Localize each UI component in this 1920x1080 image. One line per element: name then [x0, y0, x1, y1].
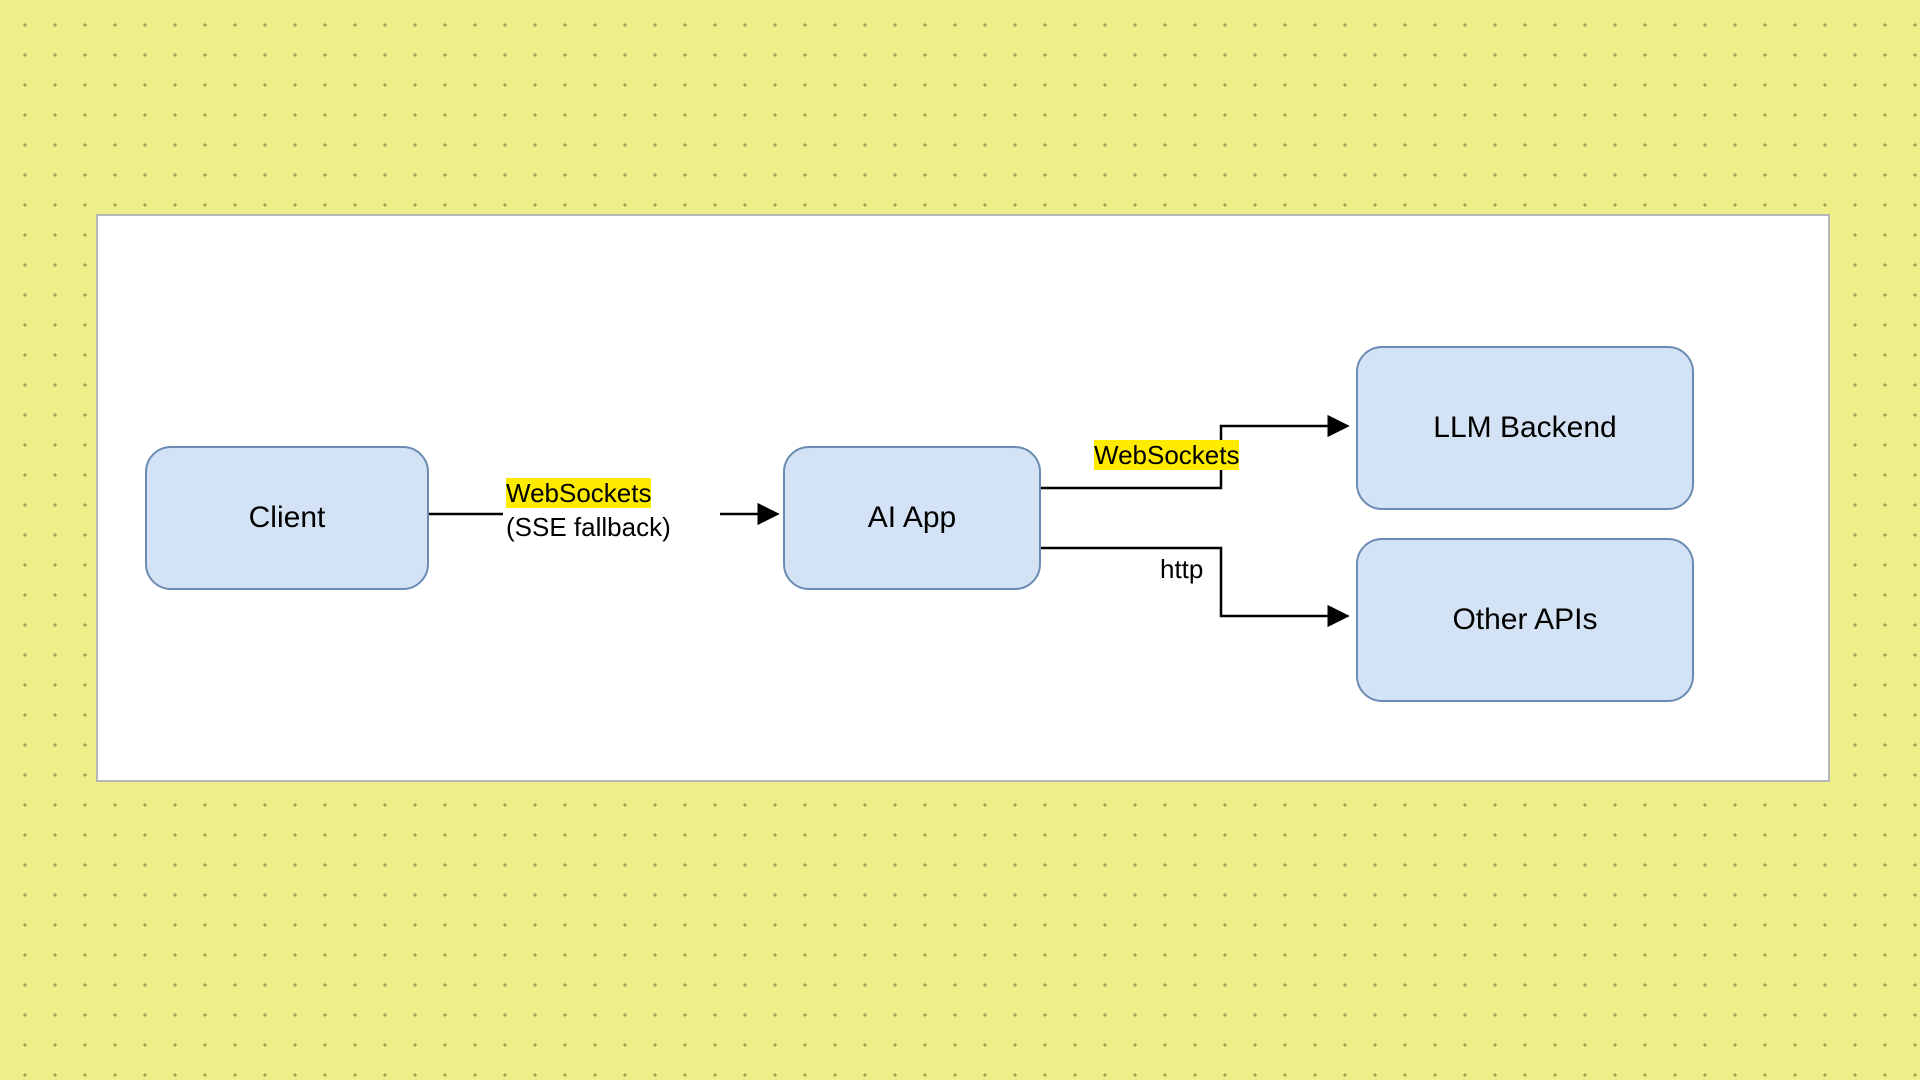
node-llm-backend: LLM Backend: [1356, 346, 1694, 510]
edge-client-to-app-label-primary: WebSockets: [506, 478, 651, 509]
edge-app-to-llm-label: WebSockets: [1094, 440, 1239, 471]
edge-app-to-llm-label-text: WebSockets: [1094, 440, 1239, 470]
edge-client-to-app-label-primary-text: WebSockets: [506, 478, 651, 508]
node-other-apis: Other APIs: [1356, 538, 1694, 702]
node-client-label: Client: [249, 501, 326, 535]
edge-client-to-app-label-secondary: (SSE fallback): [506, 512, 671, 543]
node-other-apis-label: Other APIs: [1452, 603, 1597, 637]
node-client: Client: [145, 446, 429, 590]
node-llm-backend-label: LLM Backend: [1433, 411, 1616, 445]
edge-app-to-apis-label: http: [1160, 554, 1203, 585]
node-ai-app: AI App: [783, 446, 1041, 590]
node-ai-app-label: AI App: [868, 501, 956, 535]
diagram-panel: Client AI App LLM Backend Other APIs Web…: [96, 214, 1830, 782]
